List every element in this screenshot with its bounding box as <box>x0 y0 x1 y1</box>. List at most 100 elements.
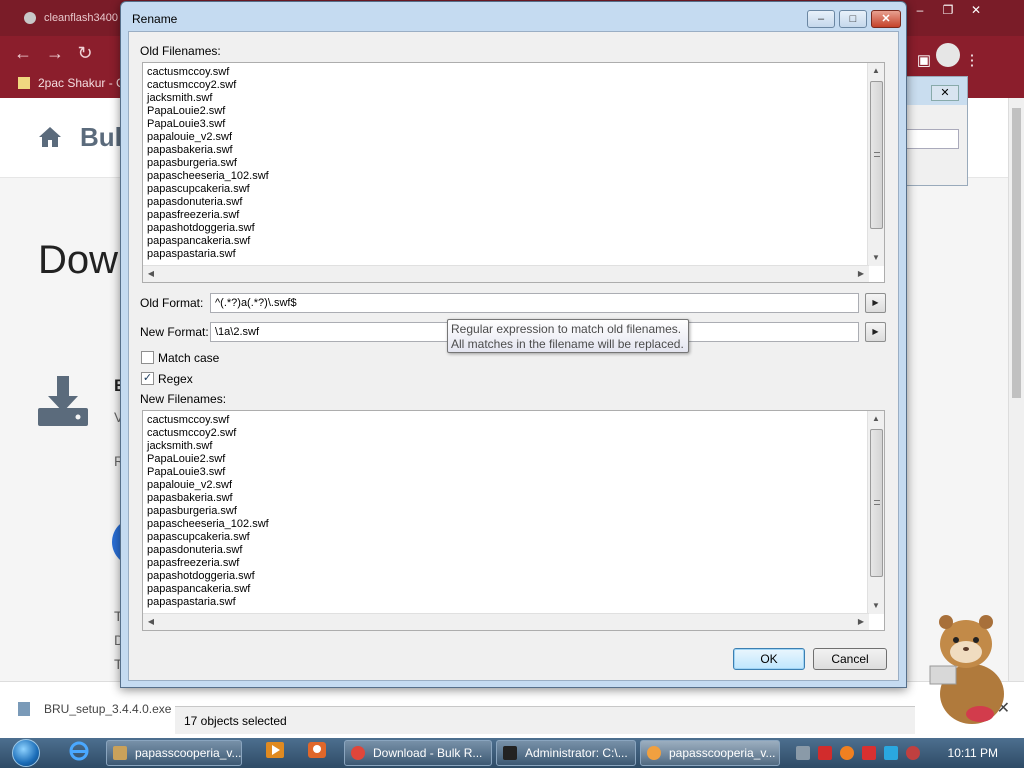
list-item[interactable]: papalouie_v2.swf <box>147 479 269 492</box>
cancel-button[interactable]: Cancel <box>813 648 887 670</box>
forward-icon[interactable]: → <box>44 42 66 64</box>
scroll-left-icon[interactable]: ◀ <box>143 266 159 282</box>
scroll-down-icon[interactable]: ▼ <box>868 598 884 614</box>
list-item[interactable]: cactusmccoy.swf <box>147 66 269 79</box>
scroll-up-icon[interactable]: ▲ <box>868 63 884 79</box>
scroll-up-icon[interactable]: ▲ <box>868 411 884 427</box>
new-list-scroll-thumb[interactable] <box>870 429 883 577</box>
console-icon <box>503 746 517 760</box>
match-case-checkbox[interactable] <box>141 351 154 364</box>
scroll-right-icon[interactable]: ▶ <box>853 266 869 282</box>
site-brand[interactable]: Bul <box>80 122 122 153</box>
list-item[interactable]: papasfreezeria.swf <box>147 209 269 222</box>
tray-icon[interactable] <box>796 746 810 760</box>
new-list-hscrollbar[interactable]: ◀ ▶ <box>143 613 869 630</box>
list-item[interactable]: papashotdoggeria.swf <box>147 570 269 583</box>
list-item[interactable]: papaspastaria.swf <box>147 248 269 261</box>
new-format-menu-button[interactable]: ▶ <box>865 322 886 342</box>
list-item[interactable]: papaspastaria.swf <box>147 596 269 609</box>
taskbar-item[interactable]: papasscooperia_v... <box>106 740 242 766</box>
maximize-icon[interactable]: □ <box>839 10 867 28</box>
old-list-hscrollbar[interactable]: ◀ ▶ <box>143 265 869 282</box>
search-icon <box>647 746 661 760</box>
tray-icon[interactable] <box>818 746 832 760</box>
tray-icon[interactable] <box>862 746 876 760</box>
taskbar-item-label: Download - Bulk R... <box>373 746 483 760</box>
browser-tab[interactable]: cleanflash3400 <box>8 4 126 32</box>
new-list-vscrollbar[interactable]: ▲ ▼ <box>867 411 884 614</box>
list-item[interactable]: papaspancakeria.swf <box>147 235 269 248</box>
back-icon[interactable]: ← <box>12 42 34 64</box>
scroll-right-icon[interactable]: ▶ <box>853 614 869 630</box>
folder-icon <box>113 746 127 760</box>
list-item[interactable]: papasbakeria.swf <box>147 144 269 157</box>
list-item[interactable]: papasbakeria.swf <box>147 492 269 505</box>
tray-icon[interactable] <box>884 746 898 760</box>
list-item[interactable]: papalouie_v2.swf <box>147 131 269 144</box>
tray-icon[interactable] <box>840 746 854 760</box>
download-item[interactable]: BRU_setup_3.4.4.0.exe <box>18 702 171 716</box>
list-item[interactable]: PapaLouie3.swf <box>147 466 269 479</box>
old-list-scroll-thumb[interactable] <box>870 81 883 229</box>
list-item[interactable]: jacksmith.swf <box>147 92 269 105</box>
old-format-input[interactable]: ^(.*?)a(.*?)\.swf$ <box>210 293 859 313</box>
list-item[interactable]: cactusmccoy2.swf <box>147 79 269 92</box>
list-item[interactable]: PapaLouie2.swf <box>147 105 269 118</box>
list-item[interactable]: papascupcakeria.swf <box>147 531 269 544</box>
list-item[interactable]: papasburgeria.swf <box>147 157 269 170</box>
tooltip-line: Regular expression to match old filename… <box>451 322 682 336</box>
start-button[interactable] <box>6 738 48 768</box>
regex-label[interactable]: Regex <box>158 372 193 386</box>
match-case-label[interactable]: Match case <box>158 351 219 365</box>
ok-button[interactable]: OK <box>733 648 805 670</box>
list-item[interactable]: papascheeseria_102.swf <box>147 518 269 531</box>
reload-icon[interactable]: ↻ <box>74 42 96 64</box>
browser-maximize-icon[interactable]: ❐ <box>934 2 962 18</box>
list-item[interactable]: papashotdoggeria.swf <box>147 222 269 235</box>
old-format-menu-button[interactable]: ▶ <box>865 293 886 313</box>
scroll-down-icon[interactable]: ▼ <box>868 250 884 266</box>
taskbar-item[interactable]: Download - Bulk R... <box>344 740 492 766</box>
browser-close-icon[interactable]: ✕ <box>962 2 990 18</box>
list-item[interactable]: papasburgeria.swf <box>147 505 269 518</box>
list-item[interactable]: papascupcakeria.swf <box>147 183 269 196</box>
list-item[interactable]: papasdonuteria.swf <box>147 544 269 557</box>
hamster-image <box>920 606 1020 728</box>
people-icon[interactable] <box>304 741 330 765</box>
bookmark-item[interactable]: 2pac Shakur - C <box>18 76 125 90</box>
list-item[interactable]: cactusmccoy2.swf <box>147 427 269 440</box>
taskbar: papasscooperia_v... Download - Bulk R...… <box>0 738 1024 768</box>
status-bar: 17 objects selected <box>175 706 915 734</box>
close-icon[interactable]: ✕ <box>931 85 959 101</box>
taskbar-item[interactable]: papasscooperia_v... <box>640 740 780 766</box>
ie-icon[interactable] <box>66 741 92 765</box>
close-icon[interactable]: ✕ <box>871 10 901 28</box>
list-item[interactable]: papasdonuteria.swf <box>147 196 269 209</box>
home-icon[interactable] <box>38 126 62 154</box>
list-item[interactable]: cactusmccoy.swf <box>147 414 269 427</box>
new-filenames-list[interactable]: cactusmccoy.swf cactusmccoy2.swf jacksmith… <box>142 410 885 631</box>
old-filenames-list[interactable]: cactusmccoy.swf cactusmccoy2.swf jacksmith… <box>142 62 885 283</box>
regex-checkbox[interactable]: ✓ <box>141 372 154 385</box>
tray-icon[interactable] <box>906 746 920 760</box>
page-scrollbar[interactable] <box>1008 98 1024 681</box>
rename-dialog: Rename – □ ✕ Old Filenames: cactusmccoy.… <box>120 1 907 688</box>
scroll-left-icon[interactable]: ◀ <box>143 614 159 630</box>
list-item[interactable]: PapaLouie2.swf <box>147 453 269 466</box>
chrome-icon <box>351 746 365 760</box>
background-input <box>905 129 959 149</box>
bookmark-label: 2pac Shakur - C <box>38 76 125 90</box>
taskbar-item[interactable]: Administrator: C:\... <box>496 740 636 766</box>
list-item[interactable]: papaspancakeria.swf <box>147 583 269 596</box>
old-list-vscrollbar[interactable]: ▲ ▼ <box>867 63 884 266</box>
list-item[interactable]: papasfreezeria.swf <box>147 557 269 570</box>
profile-avatar-icon[interactable] <box>936 41 960 67</box>
page-scroll-thumb[interactable] <box>1012 108 1021 398</box>
list-item[interactable]: PapaLouie3.swf <box>147 118 269 131</box>
media-player-icon[interactable] <box>262 741 288 765</box>
list-item[interactable]: papascheeseria_102.swf <box>147 170 269 183</box>
browser-minimize-icon[interactable]: – <box>906 2 934 18</box>
list-item[interactable]: jacksmith.swf <box>147 440 269 453</box>
taskbar-clock[interactable]: 10:11 PM <box>948 746 998 760</box>
minimize-icon[interactable]: – <box>807 10 835 28</box>
